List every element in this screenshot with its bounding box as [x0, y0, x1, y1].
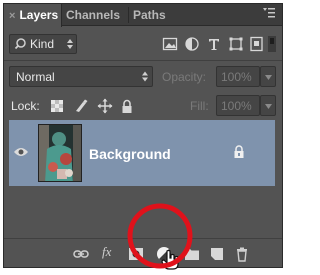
opacity-value: 100%	[221, 70, 252, 84]
eye-icon	[14, 148, 28, 156]
blend-mode-select[interactable]: Normal	[9, 66, 153, 87]
tab-paths-label: Paths	[133, 8, 166, 22]
tab-divider	[128, 7, 129, 23]
smart-object-filter-icon[interactable]	[249, 36, 265, 52]
stepper-arrows-icon	[67, 39, 73, 49]
blend-mode-value: Normal	[16, 70, 55, 84]
image-filter-icon[interactable]	[162, 36, 178, 52]
fill-input[interactable]: 100%	[216, 95, 260, 116]
tab-channels[interactable]: Channels	[66, 4, 130, 26]
shape-filter-icon[interactable]	[228, 36, 244, 52]
fill-slider-button[interactable]	[260, 95, 276, 116]
trash-icon[interactable]	[234, 246, 250, 262]
opacity-label: Opacity:	[162, 70, 207, 84]
lock-transparent-pixels-icon[interactable]	[49, 98, 65, 114]
layer-lock-icon	[234, 145, 244, 158]
filter-kind-select[interactable]: Kind	[9, 34, 77, 54]
lock-position-icon[interactable]	[97, 98, 113, 114]
fill-label: Fill:	[190, 99, 209, 113]
tab-paths[interactable]: Paths	[133, 4, 173, 26]
new-layer-icon[interactable]	[209, 246, 225, 262]
type-filter-icon[interactable]	[206, 36, 222, 52]
chevron-down-icon	[265, 104, 272, 109]
lock-label: Lock:	[11, 99, 40, 113]
search-icon	[14, 38, 26, 50]
opacity-slider-button[interactable]	[260, 66, 276, 87]
stepper-arrows-icon	[142, 71, 148, 82]
opacity-input[interactable]: 100%	[216, 66, 260, 87]
fill-value: 100%	[221, 99, 252, 113]
panel-tab-bar: × Layers Channels Paths	[4, 4, 282, 27]
filter-kind-label: Kind	[30, 37, 55, 51]
lock-image-pixels-icon[interactable]	[73, 98, 89, 114]
panel-menu-icon[interactable]	[262, 6, 276, 22]
link-icon[interactable]	[73, 246, 89, 262]
layer-thumbnail[interactable]	[38, 124, 82, 182]
filter-toggle[interactable]	[268, 36, 276, 52]
tab-layers-label: Layers	[19, 8, 59, 22]
layer-name[interactable]: Background	[89, 146, 171, 162]
visibility-toggle[interactable]	[4, 120, 38, 186]
close-tab-icon[interactable]: ×	[9, 10, 15, 22]
tab-layers[interactable]: × Layers	[4, 4, 62, 27]
highlight-circle	[127, 203, 193, 269]
tab-channels-label: Channels	[66, 8, 121, 22]
lock-all-icon[interactable]	[119, 98, 135, 114]
fx-icon[interactable]: fx	[102, 244, 111, 260]
chevron-down-icon	[265, 75, 272, 80]
divider	[4, 60, 282, 61]
adjustment-filter-icon[interactable]	[184, 36, 200, 52]
